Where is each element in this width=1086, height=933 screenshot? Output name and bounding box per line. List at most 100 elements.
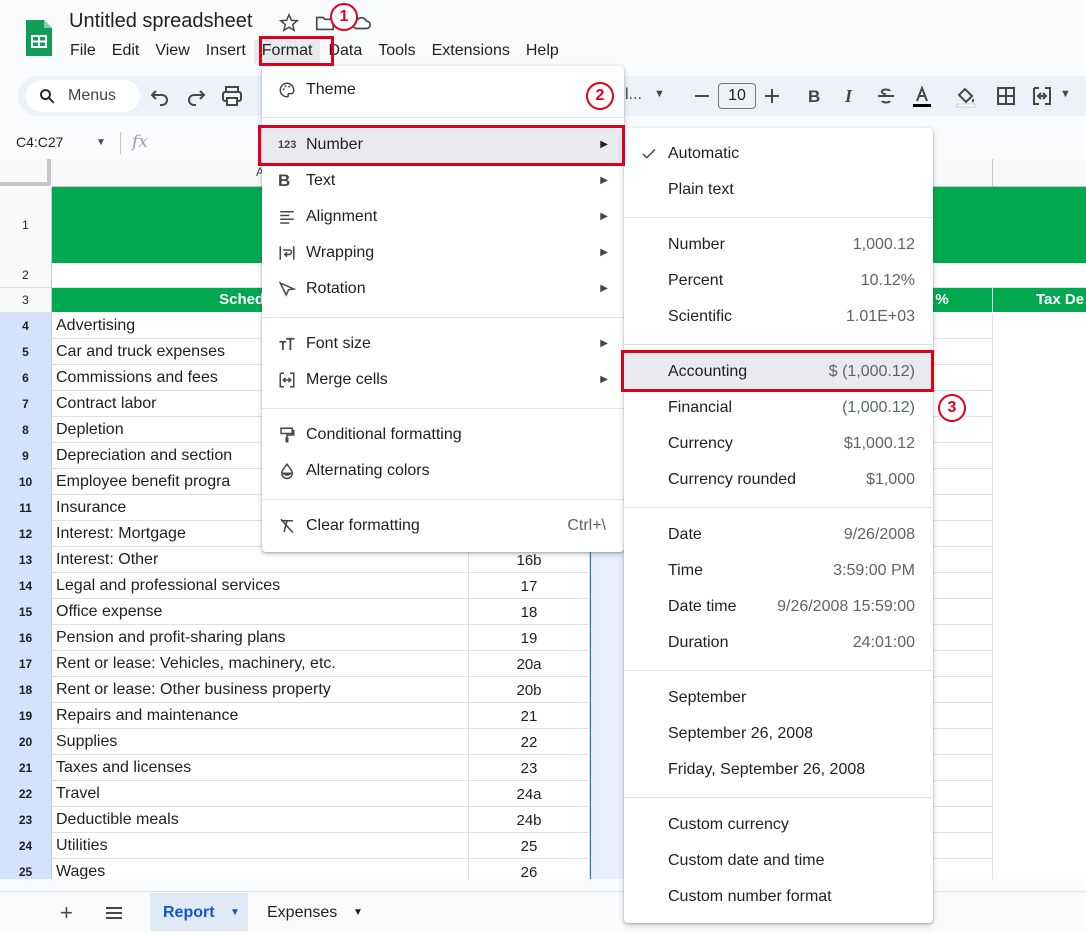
menu-item-conditional-formatting[interactable]: Conditional formatting bbox=[262, 417, 624, 453]
cell-percent[interactable] bbox=[932, 729, 993, 755]
sheet-tab-expenses[interactable]: Expenses ▼ bbox=[256, 893, 366, 931]
merge-cells-icon[interactable] bbox=[1030, 84, 1054, 108]
row-header[interactable]: 16 bbox=[0, 625, 52, 652]
row-header[interactable]: 13 bbox=[0, 547, 52, 574]
increase-font-size-icon[interactable] bbox=[760, 84, 784, 108]
row-header[interactable]: 14 bbox=[0, 573, 52, 600]
menu-item-font-size[interactable]: Font size ▶ bbox=[262, 326, 624, 362]
cell-percent[interactable] bbox=[932, 781, 993, 807]
sheet-tab-dropdown-icon[interactable]: ▼ bbox=[230, 893, 240, 933]
cell-percent[interactable] bbox=[932, 833, 993, 859]
cell-percent[interactable] bbox=[932, 521, 993, 547]
menu-item-text[interactable]: B Text ▶ bbox=[262, 163, 624, 199]
row-header[interactable]: 2 bbox=[0, 263, 52, 288]
cell-percent[interactable] bbox=[932, 339, 993, 365]
number-option-automatic[interactable]: Automatic bbox=[624, 136, 933, 172]
search-menus-button[interactable]: Menus bbox=[26, 80, 140, 112]
cell-expense-category[interactable]: Supplies bbox=[52, 729, 469, 755]
cell-expense-category[interactable]: Rent or lease: Vehicles, machinery, etc. bbox=[52, 651, 469, 677]
cell-expense-category[interactable]: Legal and professional services bbox=[52, 573, 469, 599]
cell-percent[interactable] bbox=[932, 495, 993, 521]
cell-percent[interactable] bbox=[932, 651, 993, 677]
number-option-month[interactable]: September bbox=[624, 680, 933, 716]
row-header[interactable]: 3 bbox=[0, 288, 52, 313]
cell-percent[interactable] bbox=[932, 443, 993, 469]
menu-file[interactable]: File bbox=[62, 40, 104, 64]
number-option-percent[interactable]: Percent 10.12% bbox=[624, 263, 933, 299]
sheet-tab-dropdown-icon[interactable]: ▼ bbox=[353, 893, 363, 933]
row-header[interactable]: 20 bbox=[0, 729, 52, 756]
text-color-icon[interactable] bbox=[910, 84, 934, 108]
cell-expense-category[interactable]: Utilities bbox=[52, 833, 469, 859]
cell-percent[interactable] bbox=[932, 599, 993, 625]
row-header[interactable]: 5 bbox=[0, 339, 52, 366]
print-icon[interactable] bbox=[220, 84, 244, 108]
cell-line-number[interactable]: 20a bbox=[469, 651, 590, 677]
cell-expense-category[interactable]: Deductible meals bbox=[52, 807, 469, 833]
cell-percent[interactable] bbox=[932, 807, 993, 833]
italic-icon[interactable]: I bbox=[838, 84, 862, 108]
row-header[interactable]: 4 bbox=[0, 313, 52, 340]
cell-line-number[interactable]: 19 bbox=[469, 625, 590, 651]
fill-color-icon[interactable] bbox=[954, 84, 978, 108]
menu-item-clear-formatting[interactable]: Clear formatting Ctrl+\ bbox=[262, 508, 624, 544]
row-header[interactable]: 23 bbox=[0, 807, 52, 834]
select-all-corner[interactable] bbox=[0, 159, 51, 186]
menu-tools[interactable]: Tools bbox=[370, 40, 423, 64]
menu-item-wrapping[interactable]: Wrapping ▶ bbox=[262, 235, 624, 271]
borders-icon[interactable] bbox=[994, 84, 1018, 108]
cell-line-number[interactable]: 21 bbox=[469, 703, 590, 729]
number-option-date-time[interactable]: Date time 9/26/2008 15:59:00 bbox=[624, 589, 933, 625]
number-option-full-date[interactable]: Friday, September 26, 2008 bbox=[624, 752, 933, 788]
bold-icon[interactable]: B bbox=[802, 84, 826, 108]
sheet-tab-report[interactable]: Report ▼ bbox=[150, 893, 248, 931]
row-header[interactable]: 10 bbox=[0, 469, 52, 496]
menu-item-merge-cells[interactable]: Merge cells ▶ bbox=[262, 362, 624, 398]
star-icon[interactable] bbox=[278, 12, 300, 34]
redo-icon[interactable] bbox=[184, 84, 208, 108]
row-header[interactable]: 17 bbox=[0, 651, 52, 678]
cell-expense-category[interactable]: Travel bbox=[52, 781, 469, 807]
cell-expense-category[interactable]: Wages bbox=[52, 859, 469, 879]
cell-percent[interactable] bbox=[932, 365, 993, 391]
cell-percent[interactable] bbox=[932, 859, 993, 879]
number-option-currency-rounded[interactable]: Currency rounded $1,000 bbox=[624, 462, 933, 498]
name-box-dropdown-icon[interactable]: ▼ bbox=[96, 137, 106, 148]
font-family-select[interactable]: l... bbox=[625, 86, 642, 104]
number-option-financial[interactable]: Financial (1,000.12) bbox=[624, 390, 933, 426]
cell-percent[interactable] bbox=[932, 417, 993, 443]
cell-line-number[interactable]: 25 bbox=[469, 833, 590, 859]
cell-line-number[interactable]: 24a bbox=[469, 781, 590, 807]
number-option-number[interactable]: Number 1,000.12 bbox=[624, 227, 933, 263]
cell-line-number[interactable]: 20b bbox=[469, 677, 590, 703]
merge-dropdown-icon[interactable]: ▼ bbox=[1060, 88, 1071, 100]
menu-item-rotation[interactable]: Rotation ▶ bbox=[262, 271, 624, 307]
cell-expense-category[interactable]: Rent or lease: Other business property bbox=[52, 677, 469, 703]
menu-item-alignment[interactable]: Alignment ▶ bbox=[262, 199, 624, 235]
all-sheets-icon[interactable] bbox=[104, 903, 124, 923]
font-size-input[interactable]: 10 bbox=[718, 83, 756, 109]
cell-line-number[interactable]: 22 bbox=[469, 729, 590, 755]
menu-item-alternating-colors[interactable]: Alternating colors bbox=[262, 453, 624, 489]
menu-extensions[interactable]: Extensions bbox=[424, 40, 518, 64]
font-dropdown-icon[interactable]: ▼ bbox=[654, 88, 665, 100]
decrease-font-size-icon[interactable] bbox=[690, 84, 714, 108]
add-sheet-icon[interactable]: + bbox=[60, 900, 73, 926]
cell-percent[interactable] bbox=[932, 573, 993, 599]
cell-line-number[interactable]: 23 bbox=[469, 755, 590, 781]
row-header[interactable]: 6 bbox=[0, 365, 52, 392]
number-option-custom-number-format[interactable]: Custom number format bbox=[624, 879, 933, 915]
number-option-date[interactable]: Date 9/26/2008 bbox=[624, 517, 933, 553]
row-header[interactable]: 7 bbox=[0, 391, 52, 418]
cell-percent[interactable] bbox=[932, 703, 993, 729]
row-header[interactable]: 21 bbox=[0, 755, 52, 782]
row-header[interactable]: 9 bbox=[0, 443, 52, 470]
row-header[interactable]: 8 bbox=[0, 417, 52, 444]
row-header[interactable]: 25 bbox=[0, 859, 52, 879]
row-header[interactable]: 22 bbox=[0, 781, 52, 808]
cell-percent[interactable] bbox=[932, 469, 993, 495]
menu-insert[interactable]: Insert bbox=[198, 40, 254, 64]
number-option-time[interactable]: Time 3:59:00 PM bbox=[624, 553, 933, 589]
menu-item-theme[interactable]: Theme bbox=[262, 72, 624, 108]
number-option-scientific[interactable]: Scientific 1.01E+03 bbox=[624, 299, 933, 335]
